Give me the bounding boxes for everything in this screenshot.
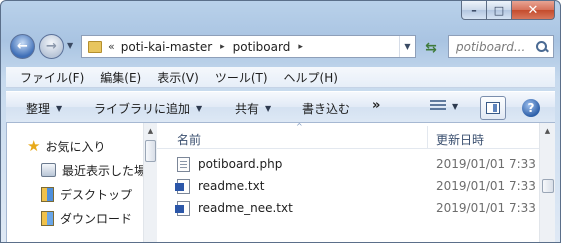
nav-item-desktop[interactable]: デスクトップ xyxy=(41,183,132,205)
file-name: readme_nee.txt xyxy=(198,201,293,215)
column-header: ^ 名前 更新日時 xyxy=(157,122,539,149)
scrollbar-thumb[interactable] xyxy=(542,179,554,193)
file-row[interactable]: readme.txt 2019/01/01 7:33 xyxy=(175,175,537,197)
menu-help[interactable]: ヘルプ(H) xyxy=(284,69,338,86)
nav-item-label: お気に入り xyxy=(45,139,106,154)
chevron-down-icon: ▼ xyxy=(196,104,203,113)
nav-item-label: デスクトップ xyxy=(60,187,133,202)
preview-pane-icon xyxy=(486,102,500,114)
column-divider[interactable] xyxy=(427,126,428,148)
file-date: 2019/01/01 7:33 xyxy=(436,179,536,193)
change-view-button[interactable]: ▼ xyxy=(430,100,458,112)
breadcrumb-poti-kai-master[interactable]: poti-kai-master xyxy=(121,40,212,54)
maximize-button[interactable]: □ xyxy=(487,1,512,20)
address-overflow[interactable]: « xyxy=(108,40,115,53)
breadcrumb-separator-icon[interactable]: ▸ xyxy=(298,42,303,52)
content-area: ★ お気に入り 最近表示した場 デスクトップ ダウンロード ▲ ^ 名前 更新日… xyxy=(6,122,555,242)
refresh-icon[interactable]: ⇆ xyxy=(420,37,442,58)
nav-item-downloads[interactable]: ダウンロード xyxy=(41,207,132,229)
caption-buttons: – □ ✕ xyxy=(461,1,555,20)
downloads-icon xyxy=(41,210,54,226)
menu-tools[interactable]: ツール(T) xyxy=(215,69,268,86)
organize-button[interactable]: 整理 ▼ xyxy=(26,100,62,117)
recent-pages-dropdown[interactable]: ▼ xyxy=(67,41,73,50)
nav-item-favorites[interactable]: ★ お気に入り xyxy=(27,135,105,157)
menu-bar: ファイル(F) 編集(E) 表示(V) ツール(T) ヘルプ(H) xyxy=(6,67,555,88)
breadcrumb-separator-icon[interactable]: ▸ xyxy=(220,42,225,52)
preview-pane-button[interactable] xyxy=(480,96,506,120)
organize-label: 整理 xyxy=(26,102,51,116)
text-file-icon xyxy=(175,178,190,194)
navigation-bar: ← → ▼ « poti-kai-master ▸ potiboard ▸ ▼ … xyxy=(1,31,560,63)
chevron-down-icon: ▼ xyxy=(452,101,459,111)
breadcrumb-potiboard[interactable]: potiboard xyxy=(233,40,291,54)
add-to-library-button[interactable]: ライブラリに追加 ▼ xyxy=(94,100,202,117)
burn-label: 書き込む xyxy=(302,102,351,116)
text-file-icon xyxy=(175,200,190,216)
search-input[interactable]: potiboard... xyxy=(456,40,535,54)
address-dropdown-button[interactable]: ▼ xyxy=(399,36,415,57)
help-icon[interactable]: ? xyxy=(522,99,540,117)
close-button[interactable]: ✕ xyxy=(512,1,555,20)
back-button[interactable]: ← xyxy=(10,34,35,59)
nav-item-label: ダウンロード xyxy=(60,211,133,226)
menu-edit[interactable]: 編集(E) xyxy=(100,69,141,86)
address-bar[interactable]: « poti-kai-master ▸ potiboard ▸ ▼ xyxy=(81,35,416,58)
file-list-scrollbar[interactable]: ▲ xyxy=(539,123,555,242)
add-to-library-label: ライブラリに追加 xyxy=(94,102,191,116)
file-row[interactable]: potiboard.php 2019/01/01 7:33 xyxy=(177,153,537,175)
php-file-icon xyxy=(177,156,190,172)
view-list-icon xyxy=(430,100,446,112)
star-icon: ★ xyxy=(27,137,41,155)
column-date-header[interactable]: 更新日時 xyxy=(436,131,484,148)
scroll-up-icon[interactable]: ▲ xyxy=(540,123,555,139)
file-row[interactable]: readme_nee.txt 2019/01/01 7:33 xyxy=(175,197,537,219)
command-bar: 整理 ▼ ライブラリに追加 ▼ 共有 ▼ 書き込む » ▼ ? xyxy=(6,91,555,123)
desktop-icon xyxy=(41,186,54,202)
burn-button[interactable]: 書き込む xyxy=(302,100,350,117)
nav-item-recent-places[interactable]: 最近表示した場 xyxy=(41,159,146,181)
share-button[interactable]: 共有 ▼ xyxy=(235,100,271,117)
navigation-pane: ★ お気に入り 最近表示した場 デスクトップ ダウンロード xyxy=(7,123,146,242)
scrollbar-thumb[interactable] xyxy=(145,140,156,162)
search-box[interactable]: potiboard... xyxy=(448,35,554,58)
scroll-up-icon[interactable]: ▲ xyxy=(144,123,157,139)
chevron-down-icon: ▼ xyxy=(265,104,272,113)
recent-places-icon xyxy=(41,163,56,177)
column-name-header[interactable]: 名前 xyxy=(177,131,201,148)
folder-icon xyxy=(88,40,102,53)
explorer-window: – □ ✕ ← → ▼ « poti-kai-master ▸ potiboar… xyxy=(0,0,561,243)
file-name: potiboard.php xyxy=(198,157,283,171)
search-icon[interactable] xyxy=(535,40,549,54)
nav-item-label: 最近表示した場 xyxy=(62,163,147,178)
sort-ascending-icon: ^ xyxy=(296,122,303,131)
menu-view[interactable]: 表示(V) xyxy=(157,69,199,86)
file-date: 2019/01/01 7:33 xyxy=(436,201,536,215)
file-date: 2019/01/01 7:33 xyxy=(436,157,536,171)
file-list-pane: ^ 名前 更新日時 potiboard.php 2019/01/01 7:33 … xyxy=(157,122,555,242)
file-name: readme.txt xyxy=(198,179,265,193)
minimize-button[interactable]: – xyxy=(461,1,487,20)
more-commands-button[interactable]: » xyxy=(372,98,380,113)
nav-pane-scrollbar[interactable]: ▲ xyxy=(143,123,157,242)
share-label: 共有 xyxy=(235,102,260,116)
menu-file[interactable]: ファイル(F) xyxy=(20,69,84,86)
chevron-down-icon: ▼ xyxy=(56,104,63,113)
forward-button[interactable]: → xyxy=(39,34,64,59)
